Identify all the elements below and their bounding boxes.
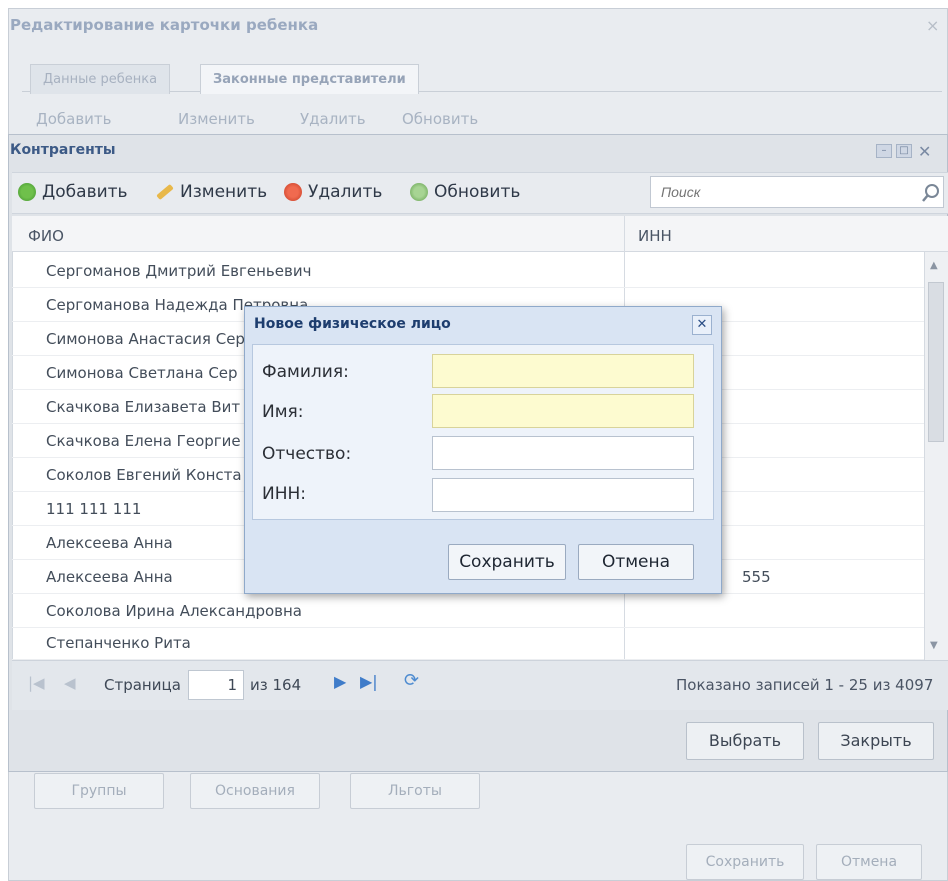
table-row[interactable]: Степанченко Рита bbox=[12, 626, 924, 660]
last-page-icon[interactable]: ▶| bbox=[360, 672, 378, 691]
next-page-icon[interactable]: ▶ bbox=[334, 672, 346, 691]
edit-button-label: Изменить bbox=[180, 182, 268, 202]
bg-refresh-button[interactable]: Обновить bbox=[402, 110, 478, 128]
search-input[interactable] bbox=[650, 176, 944, 208]
maximize-icon[interactable]: □ bbox=[896, 144, 912, 158]
pencil-icon bbox=[156, 183, 174, 201]
add-button-label: Добавить bbox=[42, 182, 128, 202]
cell-fio: Скачкова Елизавета Вит bbox=[46, 398, 241, 416]
tab-basis[interactable]: Основания bbox=[190, 773, 320, 809]
refresh-icon bbox=[410, 183, 428, 201]
edit-child-card-title: Редактирование карточки ребенка bbox=[10, 16, 319, 34]
last-name-label: Фамилия: bbox=[262, 362, 349, 382]
select-button[interactable]: Выбрать bbox=[686, 722, 804, 760]
delete-button-label: Удалить bbox=[308, 182, 383, 202]
delete-icon bbox=[284, 183, 302, 201]
scrollbar-thumb[interactable] bbox=[928, 282, 944, 442]
cell-fio: Симонова Анастасия Сер bbox=[46, 330, 245, 348]
cell-fio: Алексеева Анна bbox=[46, 568, 173, 586]
bg-save-button[interactable]: Сохранить bbox=[686, 844, 804, 880]
cell-fio: Алексеева Анна bbox=[46, 534, 173, 552]
refresh-button[interactable]: Обновить bbox=[410, 182, 520, 202]
cell-fio: 111 111 111 bbox=[46, 500, 142, 518]
bg-toolbar bbox=[22, 98, 942, 128]
tab-child-data[interactable]: Данные ребенка bbox=[30, 64, 171, 94]
column-header-fio[interactable]: ФИО bbox=[28, 227, 64, 245]
cell-fio: Степанченко Рита bbox=[46, 634, 191, 652]
cell-fio: Сергоманов Дмитрий Евгеньевич bbox=[46, 262, 312, 280]
search-icon[interactable] bbox=[920, 182, 942, 204]
inn-field[interactable] bbox=[432, 478, 694, 512]
save-button[interactable]: Сохранить bbox=[448, 544, 566, 580]
first-page-icon[interactable]: |◀ bbox=[28, 674, 45, 692]
cell-fio: Скачкова Елена Георгие bbox=[46, 432, 241, 450]
last-name-field[interactable] bbox=[432, 354, 694, 388]
first-name-field[interactable] bbox=[432, 394, 694, 428]
table-row[interactable]: Сергоманов Дмитрий Евгеньевич bbox=[12, 254, 924, 288]
refresh-button-label: Обновить bbox=[434, 182, 521, 202]
table-row[interactable]: Соколова Ирина Александровна bbox=[12, 594, 924, 628]
cell-fio: Соколов Евгений Конста bbox=[46, 466, 242, 484]
scroll-up-icon[interactable]: ▲ bbox=[930, 260, 938, 271]
middle-name-label: Отчество: bbox=[262, 444, 352, 464]
page-number-input[interactable]: 1 bbox=[188, 670, 244, 700]
records-info: Показано записей 1 - 25 из 4097 bbox=[676, 676, 934, 694]
tab-benefits[interactable]: Льготы bbox=[350, 773, 480, 809]
cell-fio: Соколова Ирина Александровна bbox=[46, 602, 303, 620]
edit-child-card-close-icon[interactable]: × bbox=[926, 16, 939, 35]
reload-icon[interactable]: ⟳ bbox=[404, 670, 419, 691]
middle-name-field[interactable] bbox=[432, 436, 694, 470]
tab-groups[interactable]: Группы bbox=[34, 773, 164, 809]
minimize-icon[interactable]: – bbox=[876, 144, 892, 158]
cancel-button[interactable]: Отмена bbox=[578, 544, 694, 580]
close-icon[interactable]: ✕ bbox=[918, 142, 931, 161]
grid-header bbox=[12, 216, 948, 252]
bg-cancel-button[interactable]: Отмена bbox=[816, 844, 922, 880]
dialog-title: Новое физическое лицо bbox=[254, 316, 451, 332]
cell-inn: 555 bbox=[742, 568, 771, 586]
bg-delete-button[interactable]: Удалить bbox=[300, 110, 366, 128]
bg-edit-button[interactable]: Изменить bbox=[178, 110, 255, 128]
plus-icon bbox=[18, 183, 36, 201]
dialog-close-icon[interactable]: ✕ bbox=[692, 315, 712, 335]
delete-button[interactable]: Удалить bbox=[284, 182, 382, 202]
page-count-label: из 164 bbox=[250, 676, 302, 694]
close-button[interactable]: Закрыть bbox=[818, 722, 934, 760]
first-name-label: Имя: bbox=[262, 402, 304, 422]
cell-fio: Симонова Светлана Сер bbox=[46, 364, 238, 382]
bg-add-button[interactable]: Добавить bbox=[36, 110, 112, 128]
column-header-inn[interactable]: ИНН bbox=[638, 227, 672, 245]
contractors-window-title: Контрагенты bbox=[10, 142, 116, 158]
prev-page-icon[interactable]: ◀ bbox=[64, 674, 76, 692]
edit-button[interactable]: Изменить bbox=[156, 182, 267, 202]
inn-label: ИНН: bbox=[262, 484, 307, 504]
page-label: Страница bbox=[104, 676, 181, 694]
tab-legal-representatives[interactable]: Законные представители bbox=[200, 64, 419, 94]
scroll-down-icon[interactable]: ▼ bbox=[930, 640, 938, 651]
add-button[interactable]: Добавить bbox=[18, 182, 128, 202]
